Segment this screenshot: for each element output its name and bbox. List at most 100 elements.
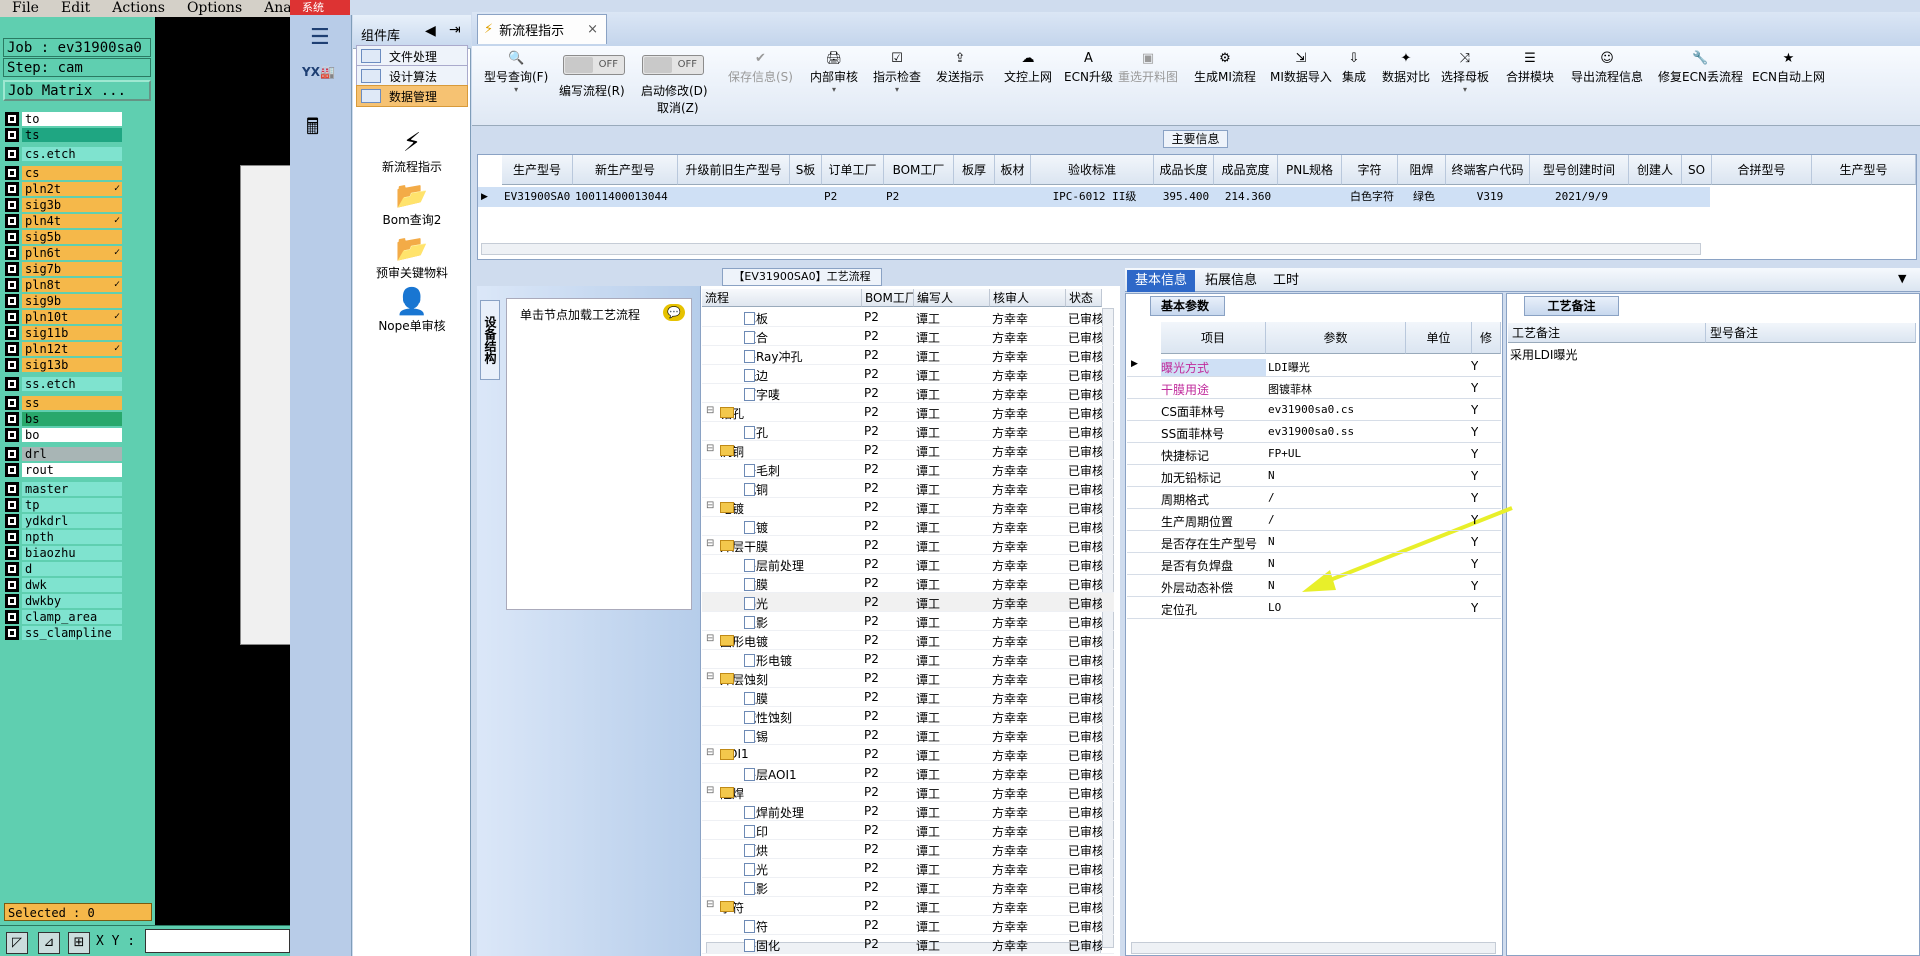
tree-column-header[interactable]: BOM工厂 <box>862 289 914 307</box>
tree-row[interactable]: 贴膜 P2 谭工 方幸幸 已审核 <box>702 574 1114 593</box>
layer-checkbox[interactable] <box>5 261 19 276</box>
side-tab-device-structure[interactable]: 设备结构 <box>480 300 500 380</box>
toolbar-button-5[interactable]: 🖨 内部审核 ▾ <box>810 50 858 94</box>
column-header[interactable]: BOM工厂 <box>884 155 954 185</box>
tree-row[interactable]: 字符 ⊟ P2 谭工 方幸幸 已审核 <box>702 897 1114 916</box>
column-header[interactable]: 升级前旧生产型号 <box>678 155 790 185</box>
menu-actions[interactable]: Actions <box>100 0 175 17</box>
nav-item-1[interactable]: 文件处理 <box>356 45 468 67</box>
layer-checkbox[interactable] <box>5 111 19 126</box>
tool-item-2[interactable]: 📂 Bom查询2 <box>360 181 464 228</box>
tree-row[interactable]: 去毛刺 P2 谭工 方幸幸 已审核 <box>702 460 1114 479</box>
param-value[interactable]: N <box>1268 535 1406 548</box>
param-row[interactable]: SS面菲林号 ev31900sa0.ss Y <box>1127 421 1501 443</box>
layer-row[interactable]: ss <box>5 395 127 410</box>
layer-row[interactable]: master <box>5 481 127 496</box>
layer-checkbox[interactable] <box>5 462 19 477</box>
column-header[interactable]: 生产型号 <box>502 155 573 185</box>
layer-checkbox[interactable] <box>5 446 19 461</box>
toolbar-button-6[interactable]: ☑ 指示检查 ▾ <box>873 50 921 94</box>
column-header[interactable]: 板厚 <box>954 155 995 185</box>
select-tool-icon[interactable]: ◸ <box>6 932 28 954</box>
layer-checkbox[interactable] <box>5 293 19 308</box>
layer-row[interactable]: sig5b <box>5 229 127 244</box>
grid-tool-icon[interactable]: ⊞ <box>68 932 90 954</box>
tree-row[interactable]: 阻焊 ⊟ P2 谭工 方幸幸 已审核 <box>702 783 1114 802</box>
layer-checkbox[interactable] <box>5 181 19 196</box>
right-tab-2[interactable]: 拓展信息 <box>1197 270 1265 292</box>
param-row[interactable]: 快捷标记 FP+UL Y <box>1127 443 1501 465</box>
column-header[interactable]: 合拼型号 <box>1712 155 1812 185</box>
toolbar-button-10[interactable]: ▣ 重选开料图 <box>1118 50 1178 85</box>
toolbar-button-17[interactable]: ☺ 导出流程信息 <box>1571 50 1643 85</box>
layer-checkbox[interactable] <box>5 427 19 442</box>
column-header[interactable]: 成品宽度 <box>1214 155 1278 185</box>
param-row[interactable]: 加无铅标记 N Y <box>1127 465 1501 487</box>
param-column-header[interactable]: 项目 <box>1161 322 1266 354</box>
layer-checkbox[interactable] <box>5 277 19 292</box>
layer-row[interactable]: sig11b <box>5 325 127 340</box>
tree-row[interactable]: 板镀 P2 谭工 方幸幸 已审核 <box>702 517 1114 536</box>
layer-row[interactable]: cs <box>5 165 127 180</box>
expander-icon[interactable]: ⊟ <box>706 405 714 416</box>
toolbar-button-19[interactable]: ★ ECN自动上网 <box>1752 50 1825 85</box>
calculator-icon[interactable]: 🖩 <box>306 110 319 148</box>
tree-row[interactable]: 图形电镀 P2 谭工 方幸幸 已审核 <box>702 650 1114 669</box>
param-row[interactable]: 干膜用途 图镀菲林 Y <box>1127 377 1501 399</box>
layer-checkbox[interactable] <box>5 229 19 244</box>
layer-row[interactable]: ydkdrl <box>5 513 127 528</box>
layer-row[interactable]: bo <box>5 427 127 442</box>
param-value[interactable]: LO <box>1268 601 1406 614</box>
xy-input[interactable] <box>145 929 290 953</box>
layer-row[interactable]: sig9b <box>5 293 127 308</box>
tree-row[interactable]: 钻孔 ⊟ P2 谭工 方幸幸 已审核 <box>702 403 1114 422</box>
menu-edit[interactable]: Edit <box>49 0 100 17</box>
layer-row[interactable]: pln12t ✓ <box>5 341 127 356</box>
tree-row[interactable]: 打字唛 P2 谭工 方幸幸 已审核 <box>702 384 1114 403</box>
layer-checkbox[interactable] <box>5 593 19 608</box>
tree-row[interactable]: 碱性蚀刻 P2 谭工 方幸幸 已审核 <box>702 707 1114 726</box>
tree-row[interactable]: 阻焊前处理 P2 谭工 方幸幸 已审核 <box>702 802 1114 821</box>
layer-checkbox[interactable] <box>5 481 19 496</box>
layer-checkbox[interactable] <box>5 146 19 161</box>
toggle-switch[interactable]: OFF <box>563 55 625 75</box>
tree-row[interactable]: 显影 P2 谭工 方幸幸 已审核 <box>702 878 1114 897</box>
layer-row[interactable]: pln10t ✓ <box>5 309 127 324</box>
expander-icon[interactable]: ⊟ <box>706 747 714 758</box>
expander-icon[interactable]: ⊟ <box>706 443 714 454</box>
layer-row[interactable]: bs <box>5 411 127 426</box>
expander-icon[interactable]: ⊟ <box>706 633 714 644</box>
toolbar-button-13[interactable]: ⇩ 集成 <box>1342 50 1366 85</box>
layer-checkbox[interactable] <box>5 625 19 640</box>
toolbar-label[interactable]: 编写流程(R) <box>559 82 625 99</box>
layer-row[interactable]: tp <box>5 497 127 512</box>
column-header[interactable]: PNL规格 <box>1278 155 1342 185</box>
tree-row[interactable]: 显影 P2 谭工 方幸幸 已审核 <box>702 612 1114 631</box>
layer-row[interactable]: sig13b <box>5 357 127 372</box>
column-header[interactable]: 终端客户代码 <box>1446 155 1530 185</box>
note-column-header[interactable]: 工艺备注 <box>1508 323 1706 343</box>
toolbar-button-18[interactable]: 🔧 修复ECN丢流程 <box>1658 50 1743 85</box>
tree-row[interactable]: 外层蚀刻 ⊟ P2 谭工 方幸幸 已审核 <box>702 669 1114 688</box>
layer-checkbox[interactable] <box>5 411 19 426</box>
job-matrix-button[interactable]: Job Matrix ... <box>3 80 151 101</box>
expander-icon[interactable]: ⊟ <box>706 538 714 549</box>
layer-row[interactable]: to <box>5 111 127 126</box>
param-row[interactable]: 定位孔 LO Y <box>1127 597 1501 619</box>
layer-row[interactable]: pln8t ✓ <box>5 277 127 292</box>
param-column-header[interactable]: 单位 <box>1406 322 1472 354</box>
layer-checkbox[interactable] <box>5 497 19 512</box>
tree-row[interactable]: 退膜 P2 谭工 方幸幸 已审核 <box>702 688 1114 707</box>
column-header[interactable]: 验收标准 <box>1031 155 1154 185</box>
layer-row[interactable]: dwk <box>5 577 127 592</box>
layer-row[interactable]: ss_clampline <box>5 625 127 640</box>
tree-row[interactable]: 外层AOI1 P2 谭工 方幸幸 已审核 <box>702 764 1114 783</box>
param-column-header[interactable]: 参数 <box>1266 322 1406 354</box>
layer-checkbox[interactable] <box>5 357 19 372</box>
layer-row[interactable]: clamp_area <box>5 609 127 624</box>
toolbar-button-12[interactable]: ⇲ MI数据导入 <box>1270 50 1332 85</box>
param-row[interactable]: 是否有负焊盘 N Y <box>1127 553 1501 575</box>
param-row[interactable]: 外层动态补偿 N Y <box>1127 575 1501 597</box>
param-row[interactable]: 是否存在生产型号 N Y <box>1127 531 1501 553</box>
tree-row[interactable]: 曝光 P2 谭工 方幸幸 已审核 <box>702 859 1114 878</box>
